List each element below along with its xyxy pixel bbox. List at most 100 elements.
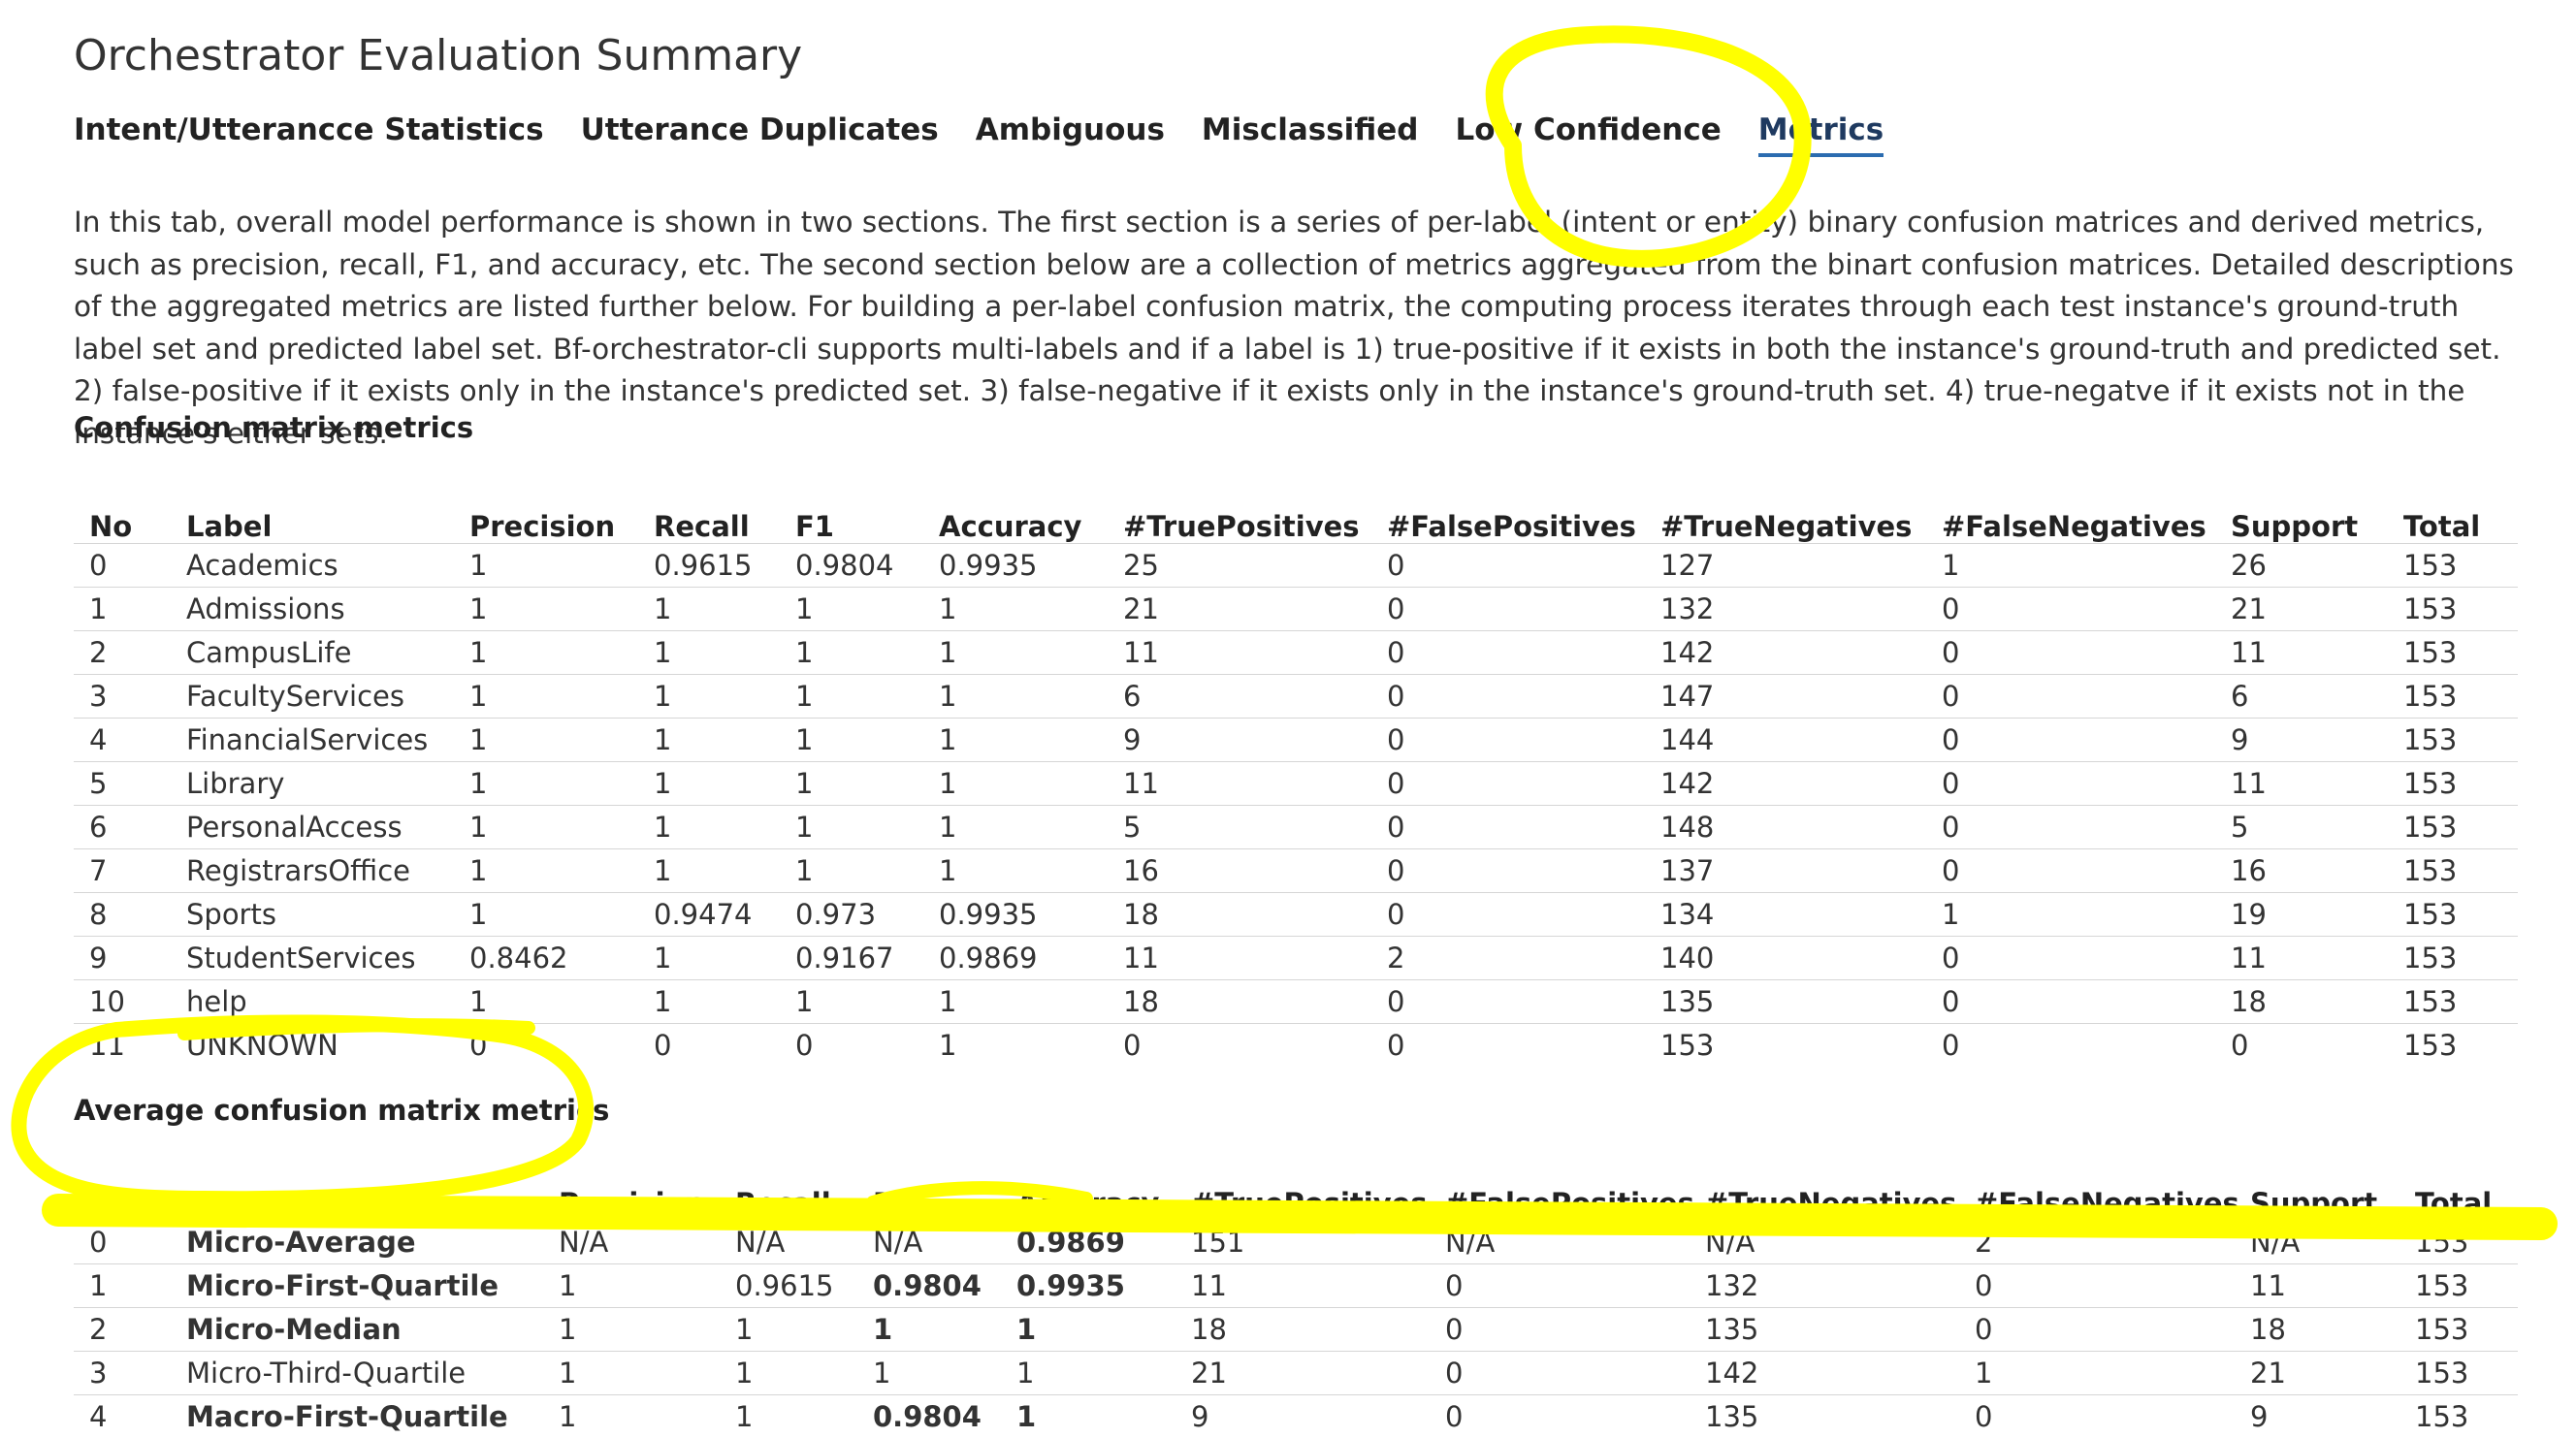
- table-cell: 1: [923, 588, 1108, 631]
- table-cell: 142: [1645, 762, 1926, 806]
- table-cell: 0: [1926, 588, 2215, 631]
- table-cell: 18: [1175, 1308, 1430, 1352]
- table-cell: 1: [1959, 1352, 2235, 1395]
- table-cell: 1: [720, 1395, 857, 1438]
- table-cell: 1: [454, 762, 638, 806]
- table-cell: 0.973: [780, 893, 923, 937]
- table-cell: 11: [1175, 1264, 1430, 1308]
- table-row: 3FacultyServices11116014706153: [74, 675, 2518, 719]
- table-cell: N/A: [720, 1221, 857, 1264]
- table-cell: 0: [1430, 1264, 1690, 1308]
- table-cell: UNKNOWN: [171, 1024, 454, 1068]
- table-cell: 153: [2399, 1221, 2518, 1264]
- average-col-header: #FalsePositives: [1430, 1175, 1690, 1221]
- confusion-heading: Confusion matrix metrics: [74, 411, 473, 444]
- table-cell: 135: [1690, 1308, 1959, 1352]
- confusion-col-header: Support: [2215, 498, 2388, 544]
- table-row: 1Micro-First-Quartile10.96150.98040.9935…: [74, 1264, 2518, 1308]
- table-cell: 1: [780, 588, 923, 631]
- metrics-page: Orchestrator Evaluation Summary Intent/U…: [74, 25, 2518, 87]
- table-cell: 11: [2235, 1264, 2399, 1308]
- average-col-header: Total: [2399, 1175, 2518, 1221]
- table-row: 2Micro-Median1111180135018153: [74, 1308, 2518, 1352]
- table-cell: 0: [1371, 762, 1645, 806]
- table-cell: RegistrarsOffice: [171, 849, 454, 893]
- table-row: 8Sports10.94740.9730.9935180134119153: [74, 893, 2518, 937]
- table-cell: 1: [780, 806, 923, 849]
- tab-low-confidence[interactable]: Low Confidence: [1456, 107, 1722, 157]
- table-cell: 1: [543, 1352, 720, 1395]
- table-cell: FinancialServices: [171, 719, 454, 762]
- table-cell: 1: [1926, 893, 2215, 937]
- table-cell: 1: [454, 893, 638, 937]
- table-cell: 18: [2215, 980, 2388, 1024]
- table-cell: 1: [720, 1352, 857, 1395]
- table-cell: 1: [1001, 1352, 1175, 1395]
- table-cell: 9: [1175, 1395, 1430, 1438]
- table-cell: 137: [1645, 849, 1926, 893]
- table-cell: 4: [74, 1395, 171, 1438]
- tab-misclassified[interactable]: Misclassified: [1202, 107, 1419, 157]
- table-cell: 1: [923, 675, 1108, 719]
- table-cell: 18: [1108, 980, 1371, 1024]
- table-cell: 0: [1371, 893, 1645, 937]
- table-cell: N/A: [1430, 1221, 1690, 1264]
- table-cell: 0: [74, 544, 171, 588]
- table-cell: 11: [2215, 937, 2388, 980]
- confusion-col-header: No: [74, 498, 171, 544]
- table-row: 1Admissions1111210132021153: [74, 588, 2518, 631]
- table-cell: 0: [1926, 719, 2215, 762]
- table-cell: 2: [74, 631, 171, 675]
- table-cell: 0: [1371, 980, 1645, 1024]
- tab-intent-utterance-statistics[interactable]: Intent/Utterancce Statistics: [74, 107, 544, 157]
- table-cell: 7: [74, 849, 171, 893]
- table-cell: PersonalAccess: [171, 806, 454, 849]
- table-cell: 142: [1645, 631, 1926, 675]
- table-cell: 11: [2215, 631, 2388, 675]
- table-cell: 21: [1108, 588, 1371, 631]
- table-cell: 16: [2215, 849, 2388, 893]
- tab-utterance-duplicates[interactable]: Utterance Duplicates: [581, 107, 939, 157]
- table-cell: 1: [780, 762, 923, 806]
- table-cell: CampusLife: [171, 631, 454, 675]
- table-cell: 1: [638, 631, 780, 675]
- table-cell: 151: [1175, 1221, 1430, 1264]
- table-cell: 1: [923, 719, 1108, 762]
- table-cell: 1: [1926, 544, 2215, 588]
- table-cell: 153: [2399, 1308, 2518, 1352]
- table-cell: 1: [454, 675, 638, 719]
- table-cell: 5: [2215, 806, 2388, 849]
- table-cell: 0: [1371, 1024, 1645, 1068]
- tab-ambiguous[interactable]: Ambiguous: [976, 107, 1165, 157]
- table-cell: 1: [638, 762, 780, 806]
- table-cell: 2: [1371, 937, 1645, 980]
- table-row: 0Micro-AverageN/AN/AN/A0.9869151N/AN/A2N…: [74, 1221, 2518, 1264]
- table-cell: 153: [2388, 893, 2518, 937]
- table-cell: 0.9869: [923, 937, 1108, 980]
- table-cell: Macro-First-Quartile: [171, 1395, 543, 1438]
- table-cell: 144: [1645, 719, 1926, 762]
- table-cell: 9: [1108, 719, 1371, 762]
- table-cell: Library: [171, 762, 454, 806]
- confusion-col-header: Total: [2388, 498, 2518, 544]
- table-cell: 153: [2388, 806, 2518, 849]
- table-cell: 21: [2235, 1352, 2399, 1395]
- confusion-col-header: #FalsePositives: [1371, 498, 1645, 544]
- confusion-col-header: Label: [171, 498, 454, 544]
- table-row: 7RegistrarsOffice1111160137016153: [74, 849, 2518, 893]
- table-cell: 1: [780, 631, 923, 675]
- table-cell: 1: [638, 806, 780, 849]
- table-cell: 153: [1645, 1024, 1926, 1068]
- table-cell: 21: [2215, 588, 2388, 631]
- table-cell: 1: [454, 806, 638, 849]
- table-cell: 153: [2399, 1352, 2518, 1395]
- table-cell: 19: [2215, 893, 2388, 937]
- tab-metrics[interactable]: Metrics: [1758, 107, 1884, 157]
- confusion-header-row: NoLabelPrecisionRecallF1Accuracy#TruePos…: [74, 498, 2518, 544]
- table-cell: 0.9935: [923, 893, 1108, 937]
- table-cell: 21: [1175, 1352, 1430, 1395]
- table-cell: 1: [923, 980, 1108, 1024]
- table-cell: 0.9615: [638, 544, 780, 588]
- table-row: 2CampusLife1111110142011153: [74, 631, 2518, 675]
- table-cell: 0: [1371, 849, 1645, 893]
